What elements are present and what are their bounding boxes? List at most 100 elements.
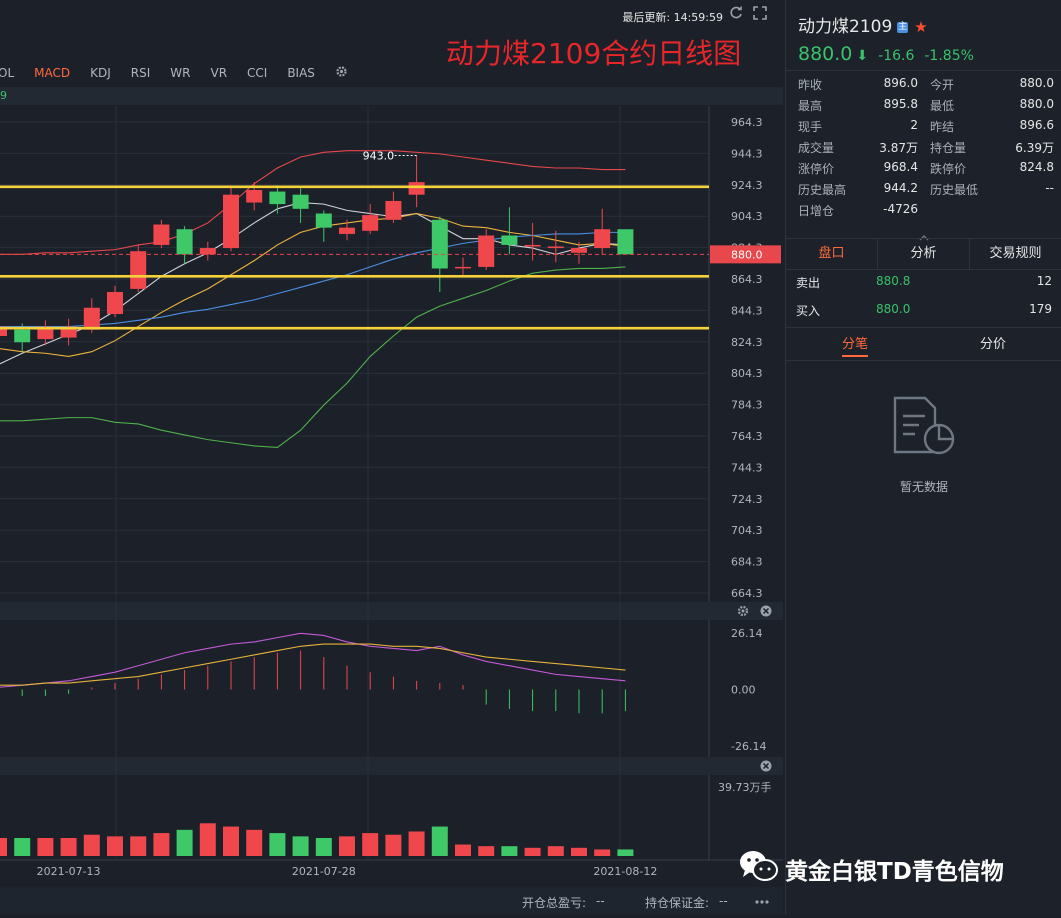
last-price: 880.0 [798,43,853,65]
volume-bar [455,844,471,856]
candle-body [385,200,402,220]
volume-close-icon[interactable] [760,760,772,772]
stat-row: 现手 2 昨结 896.6 [798,118,1054,139]
trade-subtab[interactable]: 分价 [924,330,1061,360]
volume-bar [246,829,263,856]
price-tick-label: 824.3 [731,336,763,349]
stat-label: 跌停价 [930,162,967,176]
stat-label: 昨结 [930,120,955,134]
stat-label: 今开 [930,78,955,92]
pnl-label: 开仓总盈亏: [522,896,587,910]
stat-value: 895.8 [883,97,918,111]
chart-area: 最后更新: 14:59:59 动力煤2109合约日线图 VOLMACDKDJRS… [0,0,783,915]
stat-label: 历史最高 [798,183,847,197]
stat-value: 896.6 [1019,118,1054,132]
high-price-label: 943.0 [363,149,395,162]
margin-value: -- [719,894,728,908]
volume-header-bar [0,757,783,775]
favorite-star-icon[interactable]: ★ [914,18,927,36]
stat-label: 历史最低 [930,183,979,197]
candle-body [292,194,309,209]
book-sell-label: 卖出 [796,276,821,290]
book-row-sell: 卖出 880.8 12 [796,274,1052,294]
quote-panel: 动力煤2109 主 ★ 880.0 ⬇ -16.6 -1.85% 昨收 896.0 今开 880… [785,0,1061,915]
volume-bar [362,833,379,856]
candle-body [362,215,379,231]
stat-label: 现手 [798,120,823,134]
candle-body [223,194,239,249]
volume-bar [14,838,31,856]
candle-body [571,248,587,253]
stat-label: 日增仓 [798,204,835,218]
candle-body [83,307,100,330]
stat-row: 最高 895.8 最低 880.0 [798,97,1054,118]
candle-body [315,213,332,228]
volume-bar [83,834,100,856]
macd-tick-label: 0.00 [731,684,756,697]
divider [786,327,1061,328]
panel-tab[interactable]: 分析 [878,239,970,269]
down-arrow-icon: ⬇ [856,48,869,64]
current-price-tag-label: 880.0 [731,248,763,261]
date-tick-label: 2021-07-13 [37,865,101,878]
trade-subtab[interactable]: 分笔 [786,330,924,360]
price-tick-label: 944.3 [731,147,763,160]
price-change: -16.6 [878,48,915,64]
stats-grid: 昨收 896.0 今开 880.0 最高 895.8 最低 880.0 现手 2 昨结 896.6 成交… [798,76,1054,223]
bottom-status-bar: 开仓总盈亏: -- 持仓保证金: -- [0,887,783,915]
candle-body [524,244,541,247]
candle-body [431,219,448,269]
no-data-text: 暂无数据 [899,480,948,494]
volume-bar [269,833,286,856]
margin-label: 持仓保证金: [645,896,710,910]
watermark-text: 黄金白银TD青色信物 [785,859,1004,885]
stat-value: 880.0 [1019,76,1054,90]
volume-bar [478,846,495,856]
book-sell-price: 880.8 [876,274,911,288]
stat-value: 2 [910,118,918,132]
stat-row: 成交量 3.87万 持仓量 6.39万 [798,139,1054,160]
symbol-title: 动力煤2109 主 ★ [798,12,928,37]
macd-tick-label: -26.14 [731,740,766,753]
stat-label: 昨收 [798,78,823,92]
candle-body [107,292,123,315]
date-tick-label: 2021-07-28 [292,865,356,878]
price-tick-label: 784.3 [731,399,763,412]
stat-value: 3.87万 [879,141,918,155]
empty-document-icon [889,394,959,464]
macd-dif-line [0,632,626,688]
stat-row: 昨收 896.0 今开 880.0 [798,76,1054,97]
candle-body [455,266,471,269]
candle-body [199,248,216,255]
volume-bar [223,826,239,856]
macd-close-icon[interactable] [760,605,772,617]
candle-body [14,329,31,343]
volume-bar [617,849,634,856]
stat-label: 持仓量 [930,141,967,155]
price-tick-label: 904.3 [731,210,763,223]
volume-bar [594,849,611,856]
main-panel-bg [0,106,783,602]
volume-bar [547,846,564,856]
panel-tabs: 盘口 分析 交易规则 [786,238,1061,270]
book-row-buy: 买入 880.0 179 [796,302,1052,322]
candle-body [478,235,495,267]
more-icon[interactable] [749,889,775,918]
candle-body [617,229,634,255]
volume-bar [176,829,193,856]
price-tick-label: 804.3 [731,367,763,380]
panel-tab[interactable]: 盘口 [786,239,878,269]
panel-tab[interactable]: 交易规则 [970,239,1061,269]
stat-label: 最低 [930,99,955,113]
stat-value: 824.8 [1019,160,1054,174]
price-tick-label: 664.3 [731,587,763,600]
candle-body [269,191,286,205]
volume-bar [408,831,425,856]
price-change-pct: -1.85% [924,48,974,64]
candle-body [339,227,355,234]
collapse-icon[interactable] [916,228,932,241]
volume-bar [431,826,448,856]
date-tick-label: 2021-08-12 [593,865,657,878]
volume-bar [292,836,309,856]
stat-row: 涨停价 968.4 跌停价 824.8 [798,160,1054,181]
